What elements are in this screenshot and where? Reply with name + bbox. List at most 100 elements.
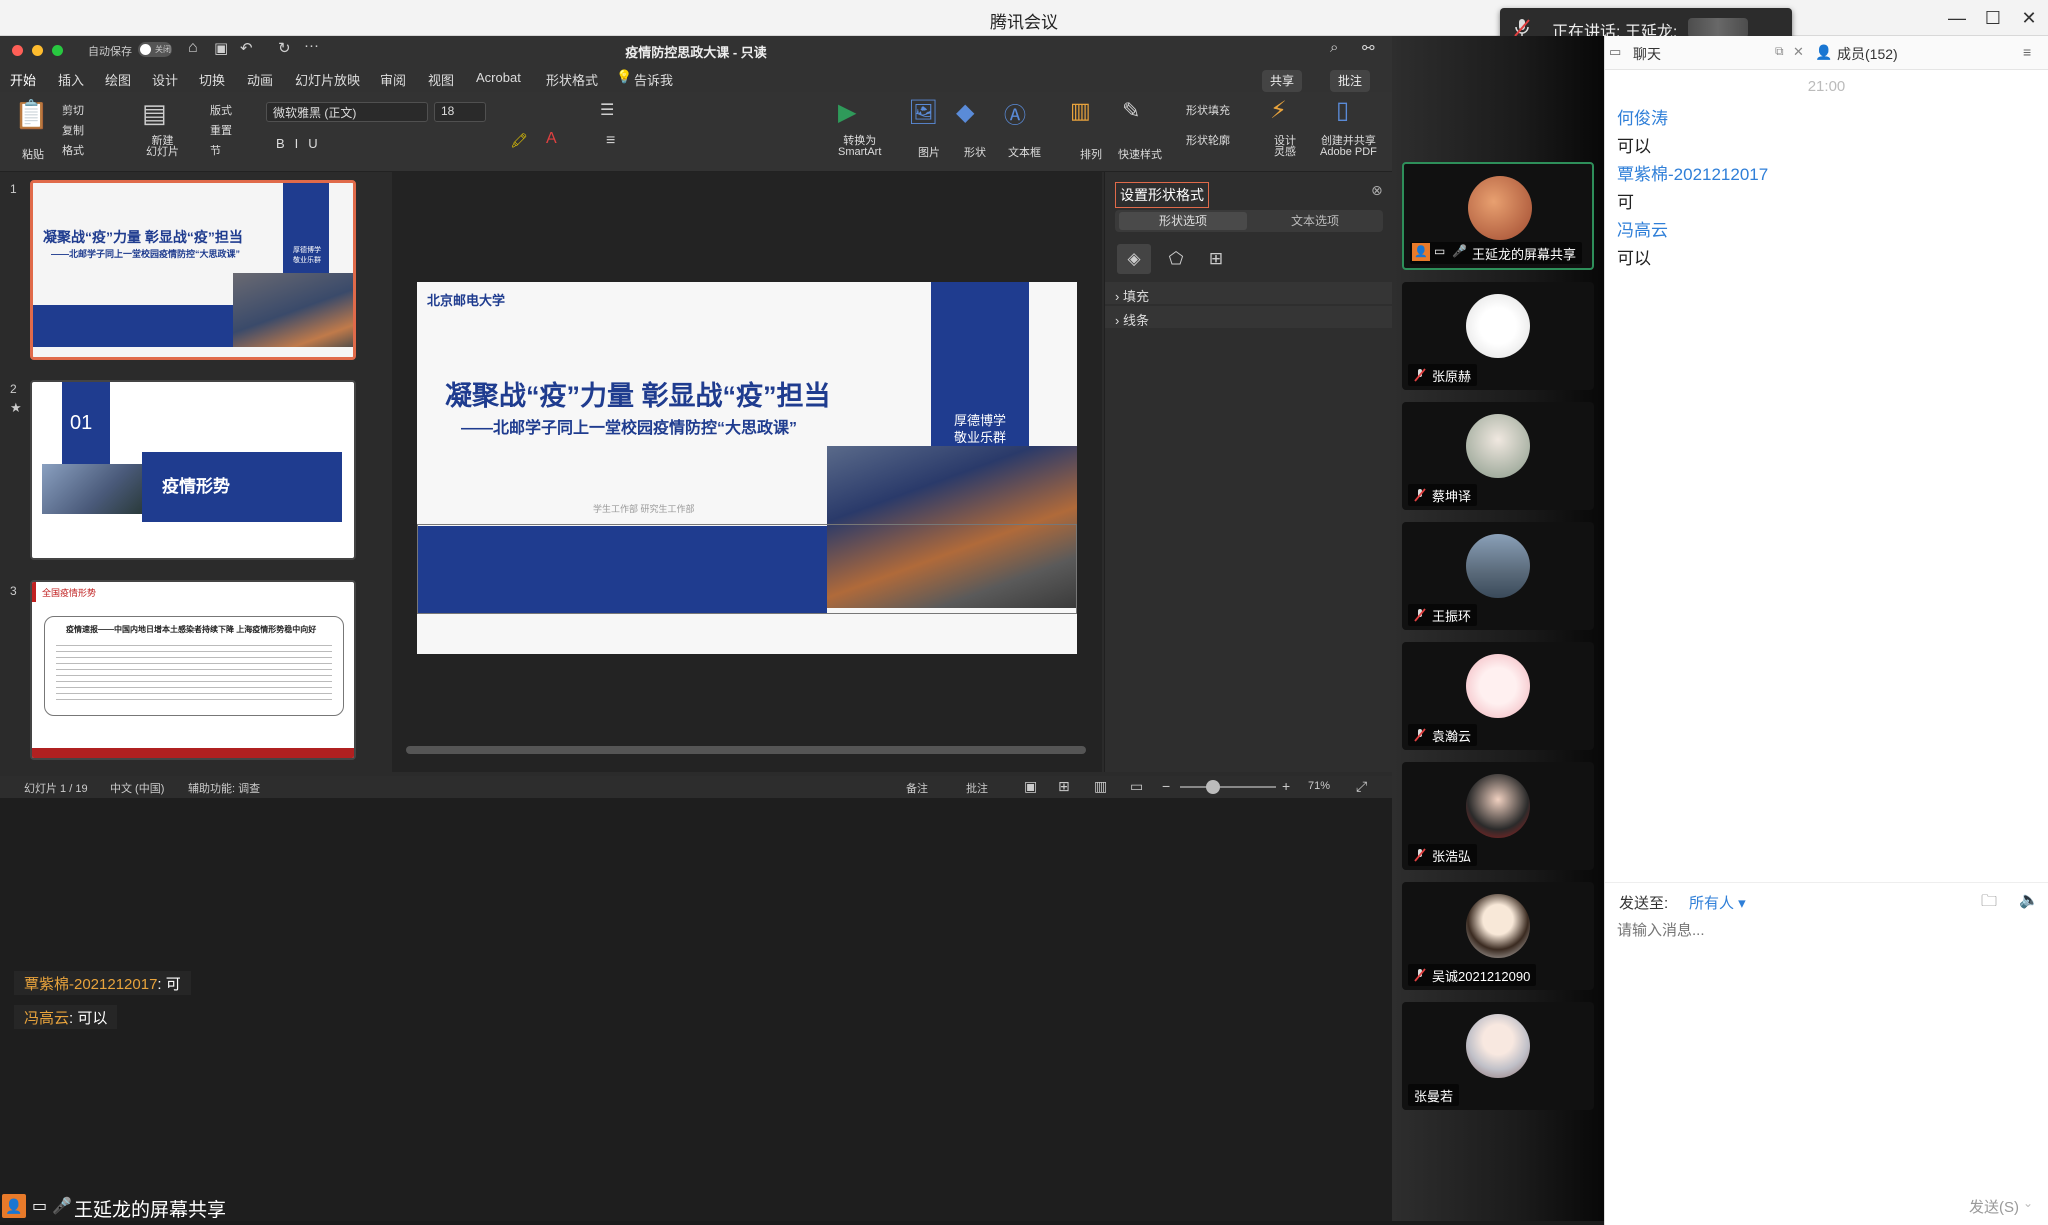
font-size-select[interactable]: 18 xyxy=(434,102,486,122)
horizontal-scrollbar[interactable] xyxy=(406,746,1086,754)
thumbnail-slide-2[interactable]: 01 疫情形势 xyxy=(30,380,356,560)
comments-button[interactable]: 批注 xyxy=(966,780,988,796)
thumb-number: 1 xyxy=(10,182,17,196)
shape-icon[interactable]: ◆ xyxy=(956,98,974,127)
tab-shape-options[interactable]: 形状选项 xyxy=(1119,212,1247,230)
zoom-level[interactable]: 71% xyxy=(1308,780,1330,792)
share-icon[interactable]: ⚯ xyxy=(1362,39,1375,57)
tab-draw[interactable]: 绘图 xyxy=(105,70,131,89)
format-painter-button[interactable]: 格式 xyxy=(62,142,84,158)
slide-title[interactable]: 凝聚战“疫”力量 彰显战“疫”担当 xyxy=(445,374,831,413)
speaker-icon[interactable]: 🔈 xyxy=(2019,890,2039,910)
shape-fill-button[interactable]: 形状填充 xyxy=(1186,102,1230,118)
shape-outline-button[interactable]: 形状轮廓 xyxy=(1186,132,1230,148)
paste-label: 粘贴 xyxy=(22,149,44,161)
thumbnail-slide-3[interactable]: 全国疫情形势 疫情速报——中国内地日增本土感染者持续下降 上海疫情形势稳中向好 xyxy=(30,580,356,760)
file-icon[interactable]: 🗀 xyxy=(1981,890,1997,917)
tab-view[interactable]: 视图 xyxy=(428,70,454,89)
menu-icon[interactable]: ≡ xyxy=(2023,44,2031,60)
tab-insert[interactable]: 插入 xyxy=(58,70,84,89)
send-button[interactable]: 发送(S) xyxy=(1969,1196,2019,1217)
message-sender[interactable]: 覃紫棉-2021212017 xyxy=(1617,160,1768,185)
comment-button[interactable]: 批注 xyxy=(1330,70,1371,92)
highlight-icon[interactable]: 🖍 xyxy=(510,132,528,149)
tab-chat[interactable]: 聊天 xyxy=(1633,44,1661,64)
tab-tell-me[interactable]: 告诉我 xyxy=(634,70,673,89)
thumbnail-slide-1[interactable]: 厚德博学 敬业乐群 凝聚战“疫”力量 彰显战“疫”担当 ——北邮学子同上一堂校园… xyxy=(30,180,356,360)
zoom-slider[interactable] xyxy=(1180,786,1276,788)
fill-section[interactable]: › 填充 xyxy=(1105,282,1392,304)
layout-button[interactable]: 版式 xyxy=(210,102,232,118)
tile-name: 张浩弘 xyxy=(1408,844,1478,866)
video-tile[interactable]: 张原赫 xyxy=(1402,282,1594,390)
close-icon[interactable]: ✕ xyxy=(1793,44,1804,60)
font-color-icon[interactable]: A xyxy=(546,130,557,148)
share-button[interactable]: 共享 xyxy=(1262,70,1303,92)
bullets-icon[interactable]: ☰ xyxy=(600,100,614,120)
arrange-icon[interactable]: ▥ xyxy=(1070,98,1091,124)
size-properties-icon[interactable]: ⊞ xyxy=(1201,244,1231,274)
slideshow-icon[interactable]: ▭ xyxy=(1130,778,1143,795)
fit-to-window-icon[interactable]: ⤢ xyxy=(1356,778,1367,795)
popout-icon[interactable]: ⧉ xyxy=(1775,44,1784,59)
video-tile[interactable]: 👤 ▭ 🎤 王延龙的屏幕共享 xyxy=(1402,162,1594,270)
message-sender[interactable]: 何俊涛 xyxy=(1617,104,1668,129)
chat-input[interactable] xyxy=(1617,918,2037,942)
quick-style-icon[interactable]: ✎ xyxy=(1122,98,1140,124)
tab-text-options[interactable]: 文本选项 xyxy=(1251,212,1379,230)
search-icon[interactable]: ⌕ xyxy=(1330,39,1338,56)
message-sender[interactable]: 冯高云 xyxy=(1617,216,1668,241)
zoom-in-icon[interactable]: + xyxy=(1282,778,1290,794)
font-name-select[interactable]: 微软雅黑 (正文) xyxy=(266,102,428,122)
reset-button[interactable]: 重置 xyxy=(210,122,232,138)
ppt-titlebar: 自动保存 关闭 ⌂ ▣ ↶ ↻ ··· 疫情防控思政大课 - 只读 ⌕ ⚯ xyxy=(0,36,1392,64)
accessibility-status[interactable]: 辅助功能: 调查 xyxy=(188,780,260,796)
adobe-pdf-icon[interactable]: ▯ xyxy=(1336,96,1349,125)
copy-button[interactable]: 复制 xyxy=(62,122,84,138)
tab-home[interactable]: 开始 xyxy=(10,70,37,94)
reading-view-icon[interactable]: ▥ xyxy=(1094,778,1107,795)
maximize-icon[interactable]: ☐ xyxy=(1978,6,2008,30)
tab-shape-format[interactable]: 形状格式 xyxy=(546,70,598,89)
zoom-out-icon[interactable]: − xyxy=(1162,778,1170,794)
send-options-icon[interactable]: ⌄ xyxy=(2023,1196,2033,1210)
designer-icon[interactable]: ⚡ xyxy=(1270,96,1287,125)
tab-acrobat[interactable]: Acrobat xyxy=(476,70,521,85)
section-button[interactable]: 节 xyxy=(210,142,221,158)
align-icon[interactable]: ≡ xyxy=(606,132,615,150)
video-tile[interactable]: 袁瀚云 xyxy=(1402,642,1594,750)
smartart-icon[interactable]: ▶ xyxy=(838,98,856,127)
text-format-buttons[interactable]: BIU xyxy=(276,136,328,151)
tab-slideshow[interactable]: 幻灯片放映 xyxy=(295,70,360,89)
new-slide-icon[interactable]: ▤ xyxy=(142,98,167,129)
close-icon[interactable]: ⊗ xyxy=(1371,182,1383,199)
video-tile[interactable]: 吴诚2021212090 xyxy=(1402,882,1594,990)
slide-sorter-icon[interactable]: ⊞ xyxy=(1058,778,1070,795)
current-slide[interactable]: 北京邮电大学 厚德博学 敬业乐群 凝聚战“疫”力量 彰显战“疫”担当 ——北邮学… xyxy=(417,282,1077,654)
notes-button[interactable]: 备注 xyxy=(906,780,928,796)
fill-line-icon[interactable]: ◈ xyxy=(1117,244,1151,274)
tab-animations[interactable]: 动画 xyxy=(247,70,273,89)
mic-muted-icon xyxy=(1414,968,1426,982)
normal-view-icon[interactable]: ▣ xyxy=(1024,778,1037,795)
tab-transitions[interactable]: 切换 xyxy=(199,70,225,89)
textbox-icon[interactable]: Ⓐ xyxy=(1004,98,1026,130)
picture-icon[interactable]: 🖼 xyxy=(908,98,938,127)
close-icon[interactable]: ✕ xyxy=(2014,6,2044,30)
slide-count: 幻灯片 1 / 19 xyxy=(24,783,88,795)
slide-subtitle[interactable]: ——北邮学子同上一堂校园疫情防控“大思政课” xyxy=(461,414,797,438)
minimize-icon[interactable]: — xyxy=(1942,6,1972,30)
send-to-select[interactable]: 所有人 ▾ xyxy=(1689,892,1746,913)
video-tile[interactable]: 王振环 xyxy=(1402,522,1594,630)
zoom-slider-handle[interactable] xyxy=(1206,780,1220,794)
video-tile[interactable]: 张曼若 xyxy=(1402,1002,1594,1110)
line-section[interactable]: › 线条 xyxy=(1105,306,1392,328)
tab-members[interactable]: 成员(152) xyxy=(1837,44,1898,64)
video-tile[interactable]: 张浩弘 xyxy=(1402,762,1594,870)
cut-button[interactable]: 剪切 xyxy=(62,102,84,118)
tab-design[interactable]: 设计 xyxy=(152,70,178,89)
video-tile[interactable]: 蔡坤译 xyxy=(1402,402,1594,510)
effects-icon[interactable]: ⬠ xyxy=(1161,244,1191,274)
tab-review[interactable]: 审阅 xyxy=(380,70,406,89)
paste-icon[interactable]: 📋 xyxy=(14,98,49,131)
